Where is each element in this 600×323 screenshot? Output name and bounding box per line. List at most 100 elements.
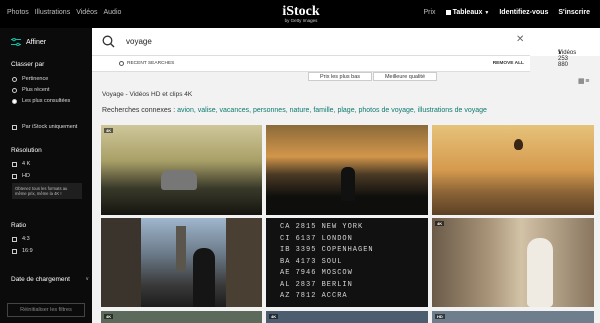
video-thumbnail[interactable] — [101, 218, 262, 307]
main-nav: Photos Illustrations Vidéos Audio — [7, 9, 121, 16]
person-silhouette — [193, 248, 215, 307]
related-keyword[interactable]: avion — [177, 107, 194, 114]
hd-badge: HD — [435, 314, 445, 319]
video-thumbnail[interactable]: HD — [432, 311, 594, 323]
remove-all-link[interactable]: REMOVE ALL — [493, 61, 524, 66]
logo-subtext: by Getty Images — [284, 18, 318, 23]
nav-photos[interactable]: Photos — [7, 9, 29, 16]
date-filter-toggle[interactable]: Date de chargement ∨ — [11, 276, 89, 283]
person-shape — [527, 238, 553, 307]
sort-option-label: Plus récent — [22, 87, 50, 93]
ratio-heading: Ratio — [11, 222, 27, 229]
checkbox-icon — [12, 248, 17, 254]
chevron-down-icon: ▼ — [484, 9, 490, 16]
board-row: CI 6137 LONDON — [280, 234, 353, 243]
video-thumbnail[interactable]: 4K — [432, 218, 594, 307]
checkbox-icon — [12, 161, 17, 167]
res-4k-checkbox[interactable]: 4 K — [12, 161, 30, 167]
radio-icon — [12, 76, 17, 82]
filter-toggle[interactable]: Affiner — [11, 38, 46, 46]
radio-icon — [12, 87, 17, 93]
related-keyword[interactable]: nature — [290, 107, 310, 114]
departure-board: CA 2815 NEW YORK CI 6137 LONDON IB 3395 … — [280, 222, 428, 303]
chevron-down-icon: ∨ — [85, 276, 89, 282]
recent-searches-label: RECENT SEARCHES — [127, 61, 175, 66]
grid-view-icon[interactable]: ▦ ≡ — [578, 77, 589, 85]
checkbox-label: Par iStock uniquement — [22, 124, 78, 130]
related-keyword[interactable]: illustrations de voyage — [418, 107, 487, 114]
sort-best-quality-button[interactable]: Meilleure qualité — [373, 72, 437, 81]
signup-link[interactable]: S'inscrire — [558, 9, 590, 16]
sort-option-label: Pertinence — [22, 76, 49, 82]
sort-buttons: Prix les plus bas Meilleure qualité — [308, 72, 437, 81]
resolution-heading: Résolution — [11, 147, 42, 154]
video-thumbnail[interactable]: CA 2815 NEW YORK CI 6137 LONDON IB 3395 … — [266, 218, 428, 307]
checkbox-label: 4:3 — [22, 236, 30, 242]
date-heading: Date de chargement — [11, 276, 70, 283]
board-row: BA 4173 SOUL — [280, 257, 343, 266]
search-input[interactable]: voyage — [126, 37, 152, 46]
pricing-link[interactable]: Prix — [424, 9, 436, 16]
boards-menu[interactable]: Tableaux ▼ — [445, 9, 490, 16]
video-thumbnail[interactable]: 4K — [101, 311, 262, 323]
sort-option-label: Les plus consultées — [22, 98, 71, 104]
chevron-down-icon: ∨ — [558, 50, 562, 56]
related-keyword[interactable]: valise — [198, 107, 216, 114]
building-shape — [101, 218, 141, 307]
related-keyword[interactable]: personnes — [253, 107, 286, 114]
sort-lowest-price-button[interactable]: Prix les plus bas — [308, 72, 372, 81]
related-keyword[interactable]: vacances — [220, 107, 250, 114]
results-title: Voyage - Vidéos HD et clips 4K — [102, 91, 193, 98]
recent-searches-dropdown: RECENT SEARCHES REMOVE ALL — [92, 56, 530, 72]
checkbox-icon — [12, 124, 17, 130]
board-row: AZ 7812 ACCRA — [280, 292, 348, 300]
account-nav: Prix Tableaux ▼ Identifiez-vous S'inscri… — [424, 9, 591, 16]
related-keyword[interactable]: plage — [337, 107, 354, 114]
sort-option-popular[interactable]: Les plus consultées — [12, 98, 70, 104]
4k-badge: 4K — [104, 314, 114, 319]
board-row: AL 2837 BERLIN — [280, 280, 353, 289]
search-bar[interactable]: voyage ✕ — [92, 28, 530, 56]
res-hd-checkbox[interactable]: HD — [12, 173, 30, 179]
signin-link[interactable]: Identifiez-vous — [499, 9, 548, 16]
sliders-icon — [11, 38, 21, 46]
clear-search-icon[interactable]: ✕ — [516, 34, 524, 45]
nav-illustrations[interactable]: Illustrations — [35, 9, 70, 16]
4k-badge: 4K — [104, 128, 114, 133]
related-searches: Recherches connexes : avion, valise, vac… — [102, 107, 487, 114]
video-thumbnail[interactable]: 4K — [101, 125, 262, 215]
related-keyword[interactable]: photos de voyage — [359, 107, 414, 114]
related-keyword[interactable]: famille — [313, 107, 333, 114]
spire-shape — [176, 226, 186, 271]
nav-audio[interactable]: Audio — [103, 9, 121, 16]
istock-logo[interactable]: iStock by Getty Images — [279, 5, 323, 24]
sort-option-relevance[interactable]: Pertinence — [12, 76, 48, 82]
filter-sidebar: Affiner Classer par Pertinence Plus réce… — [0, 28, 92, 323]
board-row: IB 3395 COPENHAGEN — [280, 246, 374, 254]
ratio-4-3-checkbox[interactable]: 4:3 — [12, 236, 30, 242]
board-row: CA 2815 NEW YORK — [280, 223, 364, 231]
board-row: AE 7946 MOSCOW — [280, 269, 353, 277]
nav-videos[interactable]: Vidéos — [76, 9, 97, 16]
ratio-16-9-checkbox[interactable]: 16:9 — [12, 248, 33, 254]
istock-only-checkbox[interactable]: Par iStock uniquement — [12, 124, 77, 130]
car-shape — [161, 170, 197, 190]
related-label: Recherches connexes : — [102, 107, 176, 114]
sort-option-newest[interactable]: Plus récent — [12, 87, 50, 93]
reset-filters-button[interactable]: Réinitialiser les filtres — [7, 303, 85, 317]
clock-icon — [119, 61, 124, 66]
radio-selected-icon — [12, 98, 17, 104]
kayaker-silhouette — [341, 167, 355, 201]
recent-searches-header: RECENT SEARCHES — [119, 61, 174, 66]
resolution-note: Obtenez tous les formats au même prix, m… — [12, 183, 82, 199]
video-thumbnail[interactable]: 4K — [266, 311, 428, 323]
video-thumbnail[interactable] — [432, 125, 594, 215]
top-bar: Photos Illustrations Vidéos Audio iStock… — [0, 0, 600, 28]
balloon-shape — [514, 139, 523, 150]
4k-badge: 4K — [435, 221, 445, 226]
result-type-selector[interactable]: 1 253 880 Vidéos ∨ — [530, 28, 600, 68]
video-thumbnail[interactable] — [266, 125, 428, 215]
boards-icon — [445, 10, 451, 15]
checkbox-label: 4 K — [22, 161, 31, 167]
checkbox-icon — [12, 236, 17, 242]
